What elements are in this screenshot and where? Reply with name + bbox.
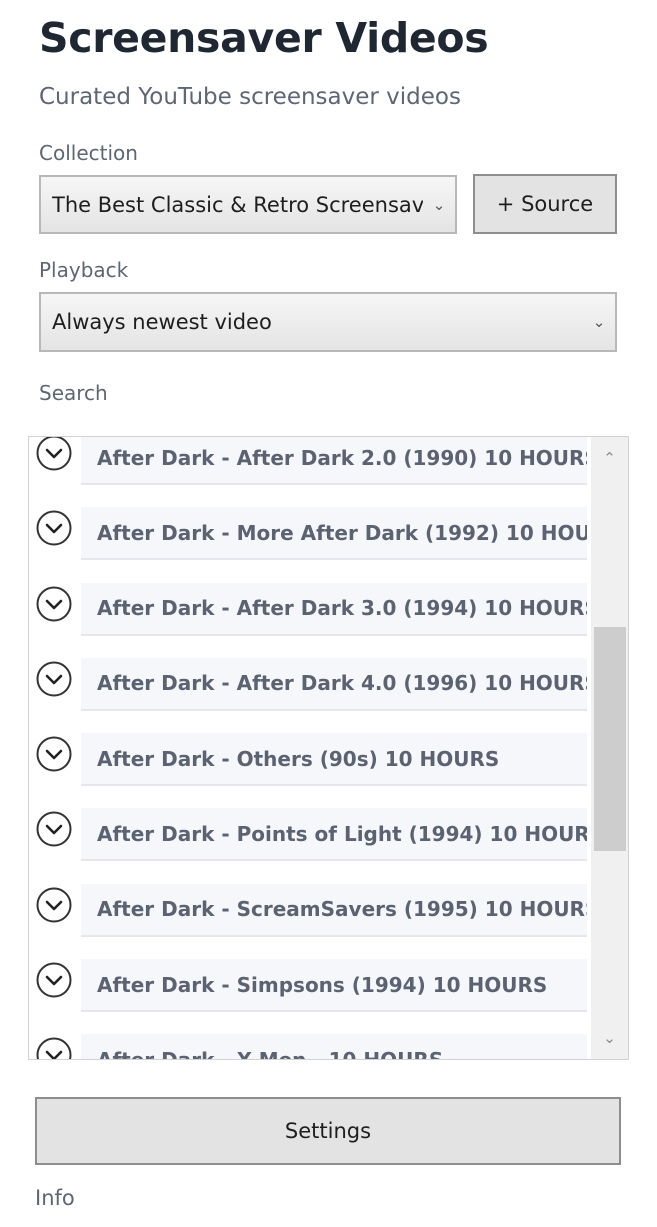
search-label: Search xyxy=(39,381,108,405)
video-title[interactable]: After Dark - Points of Light (1994) 10 H… xyxy=(81,808,587,862)
video-title[interactable]: After Dark - More After Dark (1992) 10 H… xyxy=(81,507,587,561)
chevron-down-circle-icon[interactable] xyxy=(36,887,72,923)
video-list-item: After Dark - X-Men - 10 HOURS xyxy=(29,1019,591,1059)
collection-select-value: The Best Classic & Retro Screensavers xyxy=(52,192,423,217)
video-title[interactable]: After Dark - After Dark 4.0 (1996) 10 HO… xyxy=(81,657,587,711)
collection-label: Collection xyxy=(39,141,138,165)
video-list-viewport: After Dark - After Dark 2.0 (1990) 10 HO… xyxy=(29,437,591,1059)
video-title[interactable]: After Dark - After Dark 2.0 (1990) 10 HO… xyxy=(81,437,587,485)
video-list-item: After Dark - Others (90s) 10 HOURS xyxy=(29,718,591,793)
video-title[interactable]: After Dark - ScreamSavers (1995) 10 HOUR… xyxy=(81,883,587,937)
chevron-down-circle-icon[interactable] xyxy=(36,1037,72,1059)
info-label: Info xyxy=(35,1186,75,1210)
scrollbar-thumb[interactable] xyxy=(594,626,626,851)
chevron-down-icon: ⌄ xyxy=(432,195,446,214)
chevron-down-icon: ⌄ xyxy=(592,313,606,331)
video-title[interactable]: After Dark - X-Men - 10 HOURS xyxy=(81,1034,587,1059)
video-list-item: After Dark - Simpsons (1994) 10 HOURS xyxy=(29,944,591,1019)
chevron-down-circle-icon[interactable] xyxy=(36,661,72,697)
video-list: After Dark - After Dark 2.0 (1990) 10 HO… xyxy=(28,436,629,1060)
chevron-down-circle-icon[interactable] xyxy=(36,510,72,546)
playback-select[interactable]: Always newest video ⌄ xyxy=(39,292,617,352)
chevron-down-circle-icon[interactable] xyxy=(36,736,72,772)
video-title[interactable]: After Dark - Simpsons (1994) 10 HOURS xyxy=(81,959,587,1013)
chevron-down-circle-icon[interactable] xyxy=(36,437,72,471)
playback-label: Playback xyxy=(39,258,129,282)
playback-select-value: Always newest video xyxy=(52,310,272,334)
video-list-item: After Dark - More After Dark (1992) 10 H… xyxy=(29,492,591,567)
screensaver-videos-panel: Screensaver Videos Curated YouTube scree… xyxy=(0,0,657,1227)
collection-select[interactable]: The Best Classic & Retro Screensavers ⌄ xyxy=(39,175,457,234)
chevron-down-icon[interactable]: ⌄ xyxy=(591,1021,628,1055)
page-subtitle: Curated YouTube screensaver videos xyxy=(39,84,461,110)
video-list-item: After Dark - After Dark 2.0 (1990) 10 HO… xyxy=(29,437,591,492)
chevron-down-circle-icon[interactable] xyxy=(36,586,72,622)
settings-button[interactable]: Settings xyxy=(35,1097,621,1165)
video-title[interactable]: After Dark - Others (90s) 10 HOURS xyxy=(81,733,587,787)
page-title: Screensaver Videos xyxy=(39,14,489,62)
video-list-item: After Dark - ScreamSavers (1995) 10 HOUR… xyxy=(29,869,591,944)
chevron-down-circle-icon[interactable] xyxy=(36,811,72,847)
video-list-items: After Dark - After Dark 2.0 (1990) 10 HO… xyxy=(29,437,591,1059)
vertical-scrollbar[interactable]: ⌃ ⌄ xyxy=(591,437,628,1059)
video-list-item: After Dark - After Dark 4.0 (1996) 10 HO… xyxy=(29,643,591,718)
video-title[interactable]: After Dark - After Dark 3.0 (1994) 10 HO… xyxy=(81,582,587,636)
video-list-item: After Dark - After Dark 3.0 (1994) 10 HO… xyxy=(29,568,591,643)
video-list-item: After Dark - Points of Light (1994) 10 H… xyxy=(29,793,591,868)
add-source-button[interactable]: + Source xyxy=(473,174,617,234)
chevron-up-icon[interactable]: ⌃ xyxy=(591,441,628,475)
chevron-down-circle-icon[interactable] xyxy=(36,962,72,998)
